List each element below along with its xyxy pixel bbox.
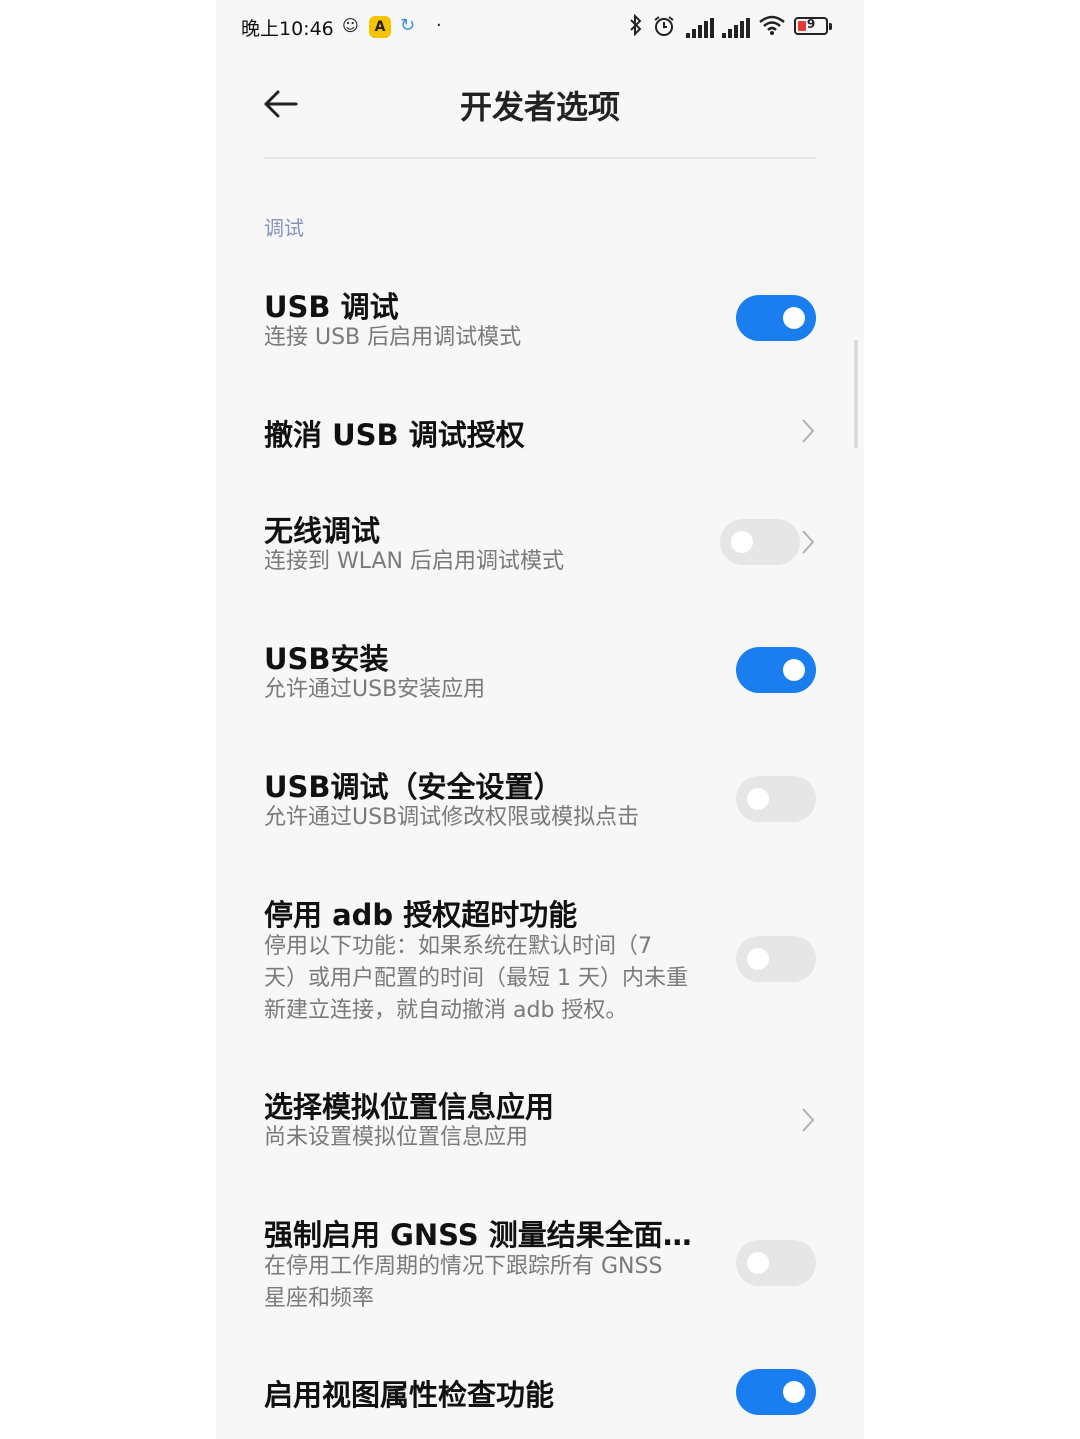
dot-icon: · bbox=[436, 15, 442, 36]
signal-icon bbox=[686, 18, 716, 38]
row-title: USB安装 bbox=[264, 642, 389, 676]
row-subtitle: 连接 USB 后启用调试模式 bbox=[264, 325, 522, 350]
bluetooth-icon bbox=[628, 13, 644, 43]
row-wireless-debugging[interactable]: 无线调试 连接到 WLAN 后启用调试模式 bbox=[216, 494, 864, 594]
row-title: USB 调试 bbox=[264, 290, 399, 324]
row-subtitle-line: 星座和频率 bbox=[264, 1286, 375, 1311]
row-force-gnss[interactable]: 强制启用 GNSS 测量结果全面… 在停用工作周期的情况下跟踪所有 GNSS 星… bbox=[216, 1198, 864, 1328]
battery-icon: 9 bbox=[794, 17, 828, 35]
weibo-icon: ☺ bbox=[342, 16, 359, 35]
row-subtitle: 允许通过USB调试修改权限或模拟点击 bbox=[264, 805, 640, 830]
header: 开发者选项 bbox=[216, 70, 864, 160]
row-subtitle-line: 在停用工作周期的情况下跟踪所有 GNSS bbox=[264, 1254, 663, 1279]
row-title: 启用视图属性检查功能 bbox=[264, 1378, 555, 1412]
battery-tip bbox=[829, 23, 832, 30]
row-view-attribute-inspection[interactable]: 启用视图属性检查功能 bbox=[216, 1358, 864, 1428]
section-label: 调试 bbox=[264, 216, 304, 240]
row-subtitle-line: 停用以下功能：如果系统在默认时间（7 bbox=[264, 934, 652, 959]
wireless-debugging-toggle[interactable] bbox=[720, 519, 800, 565]
sync-icon: ↻ bbox=[400, 15, 416, 36]
chevron-right-icon bbox=[802, 530, 815, 554]
usb-debugging-toggle[interactable] bbox=[736, 295, 816, 341]
disable-adb-timeout-toggle[interactable] bbox=[736, 936, 816, 982]
scrollbar[interactable] bbox=[854, 340, 858, 448]
alarm-icon bbox=[652, 14, 676, 45]
view-attribute-inspection-toggle[interactable] bbox=[736, 1369, 816, 1415]
row-usb-install[interactable]: USB安装 允许通过USB安装应用 bbox=[216, 622, 864, 722]
row-disable-adb-timeout[interactable]: 停用 adb 授权超时功能 停用以下功能：如果系统在默认时间（7 天）或用户配置… bbox=[216, 878, 864, 1038]
status-time: 晚上10:46 bbox=[241, 18, 334, 40]
row-subtitle: 连接到 WLAN 后启用调试模式 bbox=[264, 549, 565, 574]
row-title: 撤消 USB 调试授权 bbox=[264, 418, 525, 452]
phone-screen: 晚上10:46 ☺ A ↻ · 9 开发者选项 调试 USB 调试 连接 USB… bbox=[216, 0, 864, 1439]
row-title: 选择模拟位置信息应用 bbox=[264, 1090, 555, 1124]
row-title: USB调试（安全设置） bbox=[264, 770, 563, 804]
usb-debugging-security-toggle[interactable] bbox=[736, 776, 816, 822]
usb-install-toggle[interactable] bbox=[736, 647, 816, 693]
force-gnss-toggle[interactable] bbox=[736, 1240, 816, 1286]
row-revoke-usb-auth[interactable]: 撤消 USB 调试授权 bbox=[216, 398, 864, 468]
row-usb-debugging-security[interactable]: USB调试（安全设置） 允许通过USB调试修改权限或模拟点击 bbox=[216, 750, 864, 850]
hd-signal-icon bbox=[722, 18, 752, 38]
row-usb-debugging[interactable]: USB 调试 连接 USB 后启用调试模式 bbox=[216, 270, 864, 370]
status-bar: 晚上10:46 ☺ A ↻ · 9 bbox=[216, 0, 864, 54]
row-title: 强制启用 GNSS 测量结果全面… bbox=[264, 1218, 692, 1252]
app-a-icon: A bbox=[369, 16, 391, 38]
row-title: 无线调试 bbox=[264, 514, 381, 548]
row-subtitle: 允许通过USB安装应用 bbox=[264, 677, 486, 702]
chevron-right-icon bbox=[802, 419, 815, 443]
row-mock-location-app[interactable]: 选择模拟位置信息应用 尚未设置模拟位置信息应用 bbox=[216, 1070, 864, 1170]
row-title: 停用 adb 授权超时功能 bbox=[264, 898, 578, 932]
chevron-right-icon bbox=[802, 1108, 815, 1132]
page-title: 开发者选项 bbox=[459, 88, 620, 126]
row-subtitle-line: 天）或用户配置的时间（最短 1 天）内未重 bbox=[264, 966, 688, 991]
row-subtitle: 尚未设置模拟位置信息应用 bbox=[264, 1125, 529, 1150]
wifi-icon bbox=[758, 14, 786, 43]
header-divider bbox=[264, 157, 816, 159]
battery-level: 9 bbox=[806, 17, 816, 31]
row-subtitle-line: 新建立连接，就自动撤消 adb 授权。 bbox=[264, 998, 628, 1023]
